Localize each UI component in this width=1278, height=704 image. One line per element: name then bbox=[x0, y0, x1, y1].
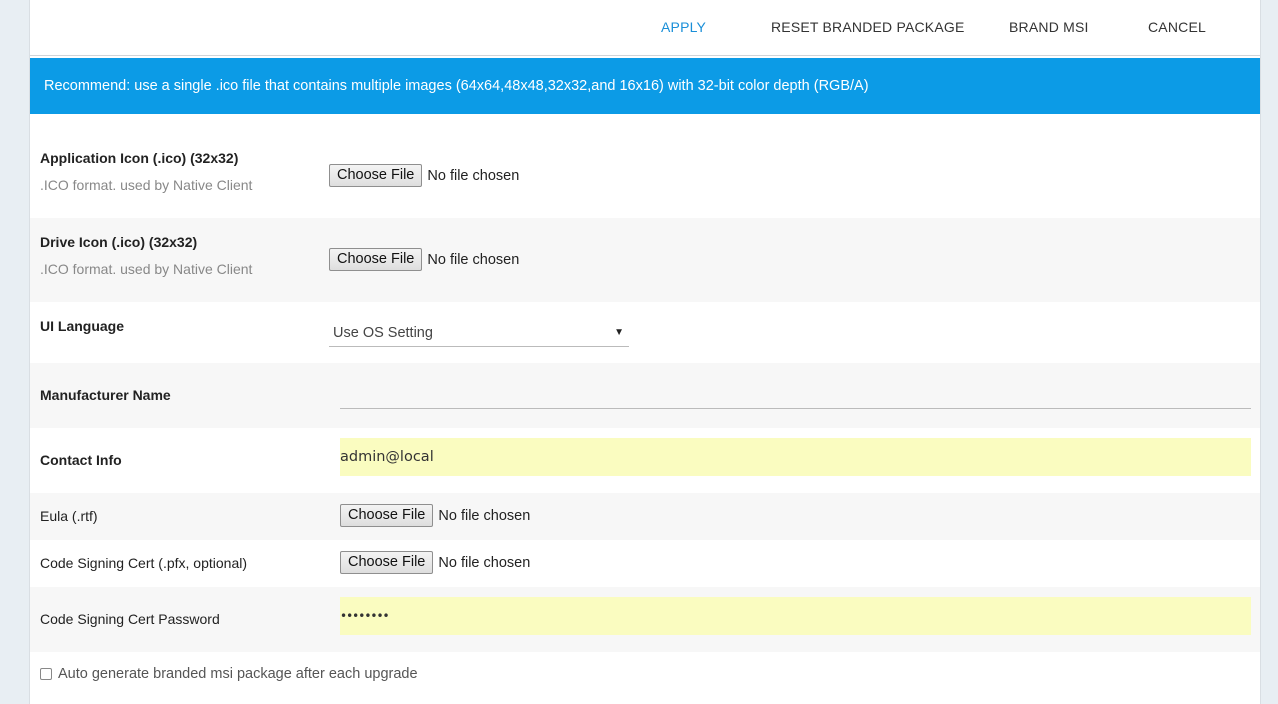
eula-file-input: Choose File No file chosen bbox=[340, 504, 530, 527]
reset-branded-package-button[interactable]: RESET BRANDED PACKAGE bbox=[771, 19, 965, 35]
brand-msi-button[interactable]: BRAND MSI bbox=[1009, 19, 1089, 35]
auto-generate-option: Auto generate branded msi package after … bbox=[40, 666, 418, 682]
contact-info-label: Contact Info bbox=[40, 452, 122, 468]
apply-button[interactable]: APPLY bbox=[661, 19, 706, 35]
ui-language-label: UI Language bbox=[40, 318, 125, 334]
auto-generate-label: Auto generate branded msi package after … bbox=[58, 666, 418, 682]
cancel-button[interactable]: CANCEL bbox=[1148, 19, 1206, 35]
eula-choose-file-button[interactable]: Choose File bbox=[340, 504, 434, 527]
cert-file-status: No file chosen bbox=[438, 554, 531, 571]
app-icon-hint: .ICO format. used by Native Client bbox=[40, 177, 253, 193]
cert-file-input: Choose File No file chosen bbox=[340, 551, 530, 574]
auto-generate-checkbox[interactable] bbox=[40, 668, 52, 680]
recommendation-banner: Recommend: use a single .ico file that c… bbox=[30, 58, 1260, 114]
app-icon-label: Application Icon (.ico) (32x32) bbox=[40, 150, 239, 166]
drive-icon-choose-file-button[interactable]: Choose File bbox=[329, 248, 423, 271]
eula-label: Eula (.rtf) bbox=[40, 508, 98, 524]
drive-icon-hint: .ICO format. used by Native Client bbox=[40, 261, 253, 277]
drive-icon-file-status: No file chosen bbox=[427, 251, 520, 268]
manufacturer-row: Manufacturer Name bbox=[30, 363, 1260, 428]
app-icon-file-status: No file chosen bbox=[427, 167, 520, 184]
cert-row: Code Signing Cert (.pfx, optional) Choos… bbox=[30, 540, 1260, 587]
manufacturer-input[interactable] bbox=[340, 381, 1251, 409]
app-icon-row: Application Icon (.ico) (32x32) .ICO for… bbox=[30, 135, 1260, 218]
chevron-down-icon: ▼ bbox=[614, 327, 624, 338]
cert-password-row: Code Signing Cert Password •••••••• bbox=[30, 587, 1260, 652]
ui-language-row: UI Language Use OS Setting ▼ bbox=[30, 302, 1260, 363]
app-icon-file-input: Choose File No file chosen bbox=[329, 164, 519, 187]
drive-icon-file-input: Choose File No file chosen bbox=[329, 248, 519, 271]
toolbar: APPLY RESET BRANDED PACKAGE BRAND MSI CA… bbox=[30, 0, 1260, 56]
ui-language-value: Use OS Setting bbox=[333, 325, 433, 341]
cert-password-label: Code Signing Cert Password bbox=[40, 611, 220, 627]
branding-panel: APPLY RESET BRANDED PACKAGE BRAND MSI CA… bbox=[29, 0, 1261, 704]
cert-label: Code Signing Cert (.pfx, optional) bbox=[40, 555, 247, 571]
cert-password-input[interactable]: •••••••• bbox=[340, 597, 1251, 635]
manufacturer-label: Manufacturer Name bbox=[40, 387, 171, 403]
app-icon-choose-file-button[interactable]: Choose File bbox=[329, 164, 423, 187]
cert-choose-file-button[interactable]: Choose File bbox=[340, 551, 434, 574]
drive-icon-label: Drive Icon (.ico) (32x32) bbox=[40, 234, 198, 250]
contact-info-row: Contact Info admin@local bbox=[30, 428, 1260, 493]
ui-language-select[interactable]: Use OS Setting ▼ bbox=[329, 319, 629, 347]
drive-icon-row: Drive Icon (.ico) (32x32) .ICO format. u… bbox=[30, 218, 1260, 302]
eula-file-status: No file chosen bbox=[438, 507, 531, 524]
eula-row: Eula (.rtf) Choose File No file chosen bbox=[30, 493, 1260, 540]
contact-info-input[interactable]: admin@local bbox=[340, 438, 1251, 476]
